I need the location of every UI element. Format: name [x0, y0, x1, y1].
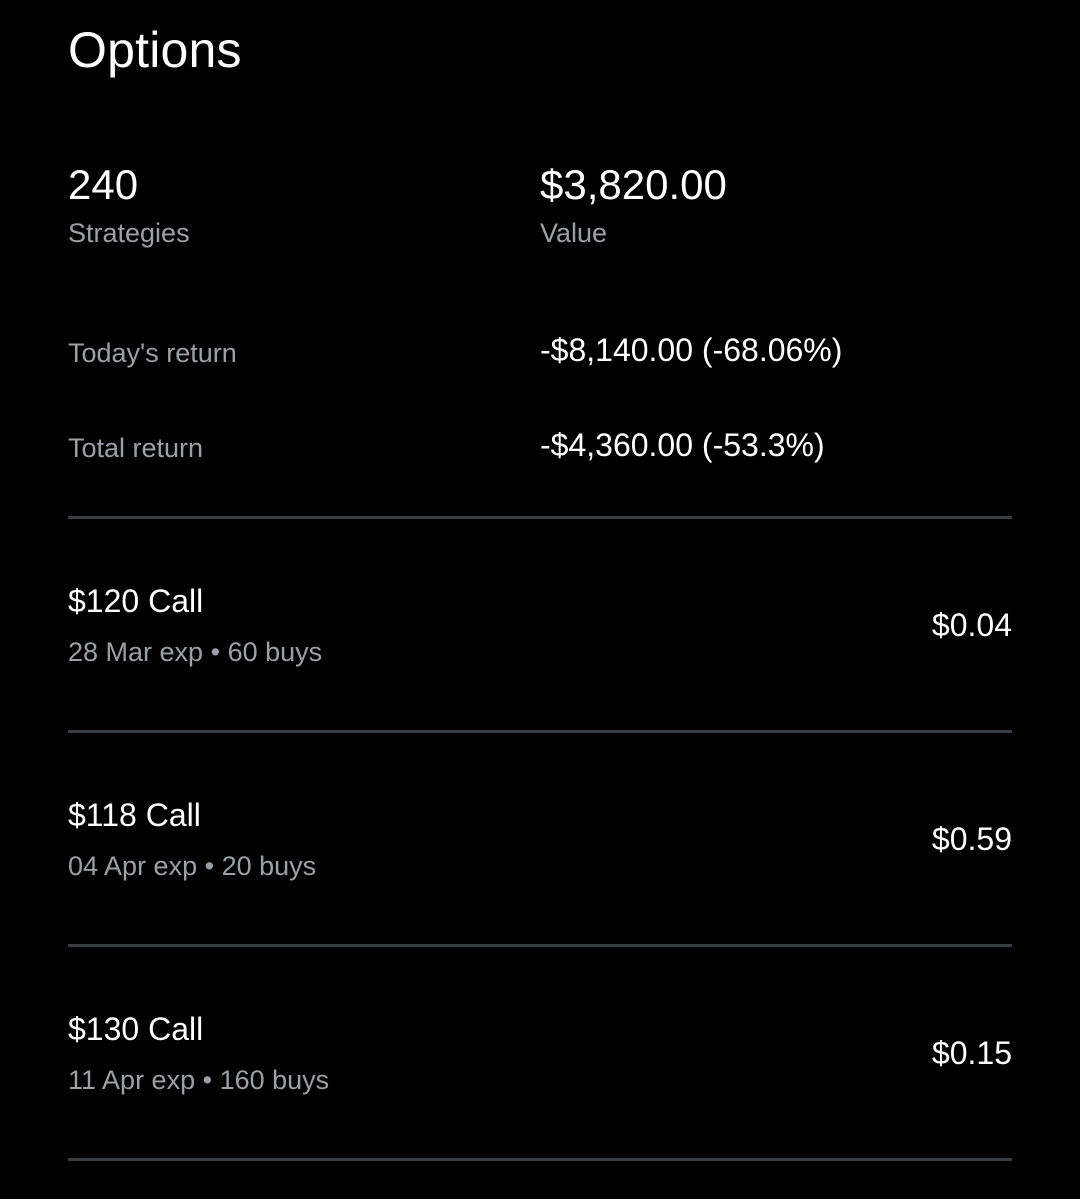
total-value: $3,820.00: [540, 161, 727, 208]
option-contract-name: $130 Call: [68, 1011, 204, 1047]
total-return-value: -$4,360.00 (-53.3%): [540, 427, 825, 463]
total-return-label: Total return: [68, 433, 204, 463]
value-label: Value: [540, 218, 608, 248]
option-price: $0.04: [931, 607, 1012, 643]
strategies-label: Strategies: [68, 218, 190, 248]
bullet-separator: •: [202, 1065, 213, 1095]
todays-return-value: -$8,140.00 (-68.06%): [540, 332, 843, 368]
todays-return-row: Today's return -$8,140.00 (-68.06%): [68, 330, 1012, 374]
option-contract-details: 04 Apr exp • 20 buys: [68, 849, 316, 883]
todays-return-label: Today's return: [68, 338, 237, 368]
option-buys: 60 buys: [227, 637, 323, 667]
option-contract-name: $118 Call: [68, 797, 201, 833]
bullet-separator: •: [204, 851, 215, 881]
option-contract-details: 28 Mar exp • 60 buys: [68, 635, 322, 669]
option-position-row[interactable]: $130 Call 11 Apr exp • 160 buys $0.15: [68, 947, 1012, 1158]
strategies-count: 240: [68, 161, 139, 208]
value-stat: $3,820.00 Value: [540, 160, 727, 250]
strategies-stat: 240 Strategies: [68, 160, 190, 250]
bullet-separator: •: [210, 637, 221, 667]
option-buys: 160 buys: [219, 1065, 330, 1095]
divider: [68, 1158, 1012, 1161]
option-contract-details: 11 Apr exp • 160 buys: [68, 1063, 329, 1097]
option-expiry: 11 Apr exp: [68, 1065, 196, 1095]
option-position-row[interactable]: $120 Call 28 Mar exp • 60 buys $0.04: [68, 519, 1012, 730]
option-expiry: 28 Mar exp: [68, 637, 204, 667]
option-position-row[interactable]: $118 Call 04 Apr exp • 20 buys $0.59: [68, 733, 1012, 944]
option-buys: 20 buys: [221, 851, 317, 881]
total-return-row: Total return -$4,360.00 (-53.3%): [68, 425, 1012, 469]
section-title: Options: [68, 22, 242, 78]
option-expiry: 04 Apr exp: [68, 851, 198, 881]
option-price: $0.15: [931, 1035, 1012, 1071]
option-contract-name: $120 Call: [68, 583, 204, 619]
option-price: $0.59: [931, 821, 1012, 857]
